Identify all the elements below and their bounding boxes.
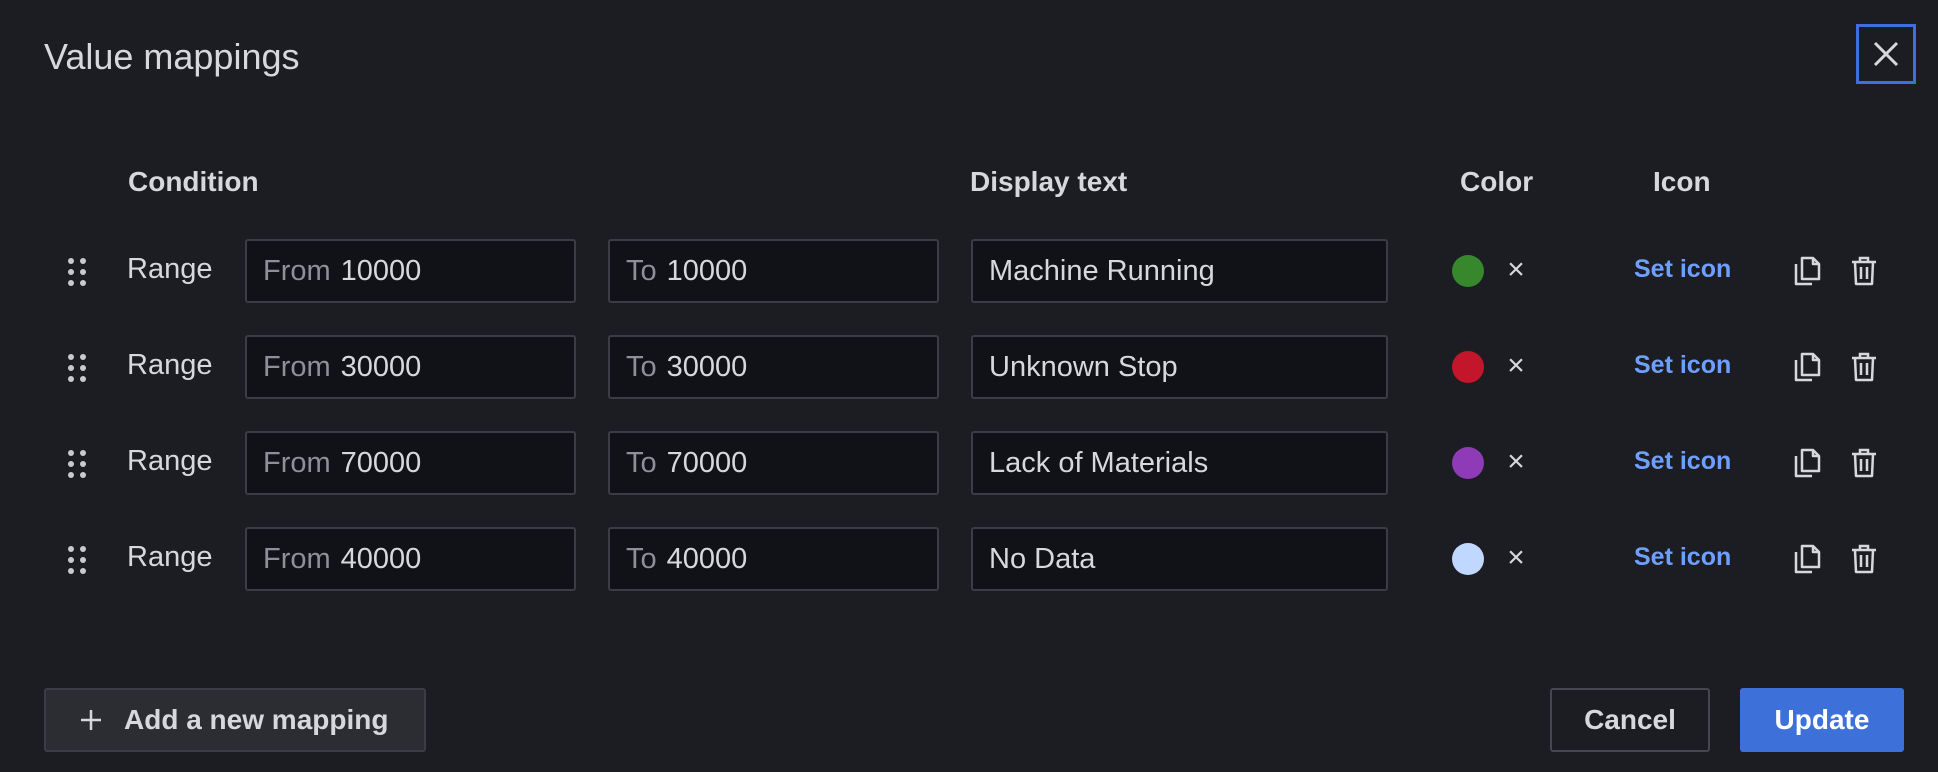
to-value: 70000	[666, 446, 748, 479]
to-prefix: To	[626, 446, 657, 479]
set-icon-button[interactable]: Set icon	[1634, 543, 1731, 572]
display-text-input[interactable]: Machine Running	[971, 239, 1388, 303]
copy-icon[interactable]	[1792, 447, 1822, 479]
mapping-row: Range From 30000 To 30000 Unknown Stop ×…	[0, 335, 1938, 399]
copy-icon[interactable]	[1792, 543, 1822, 575]
copy-icon[interactable]	[1792, 351, 1822, 383]
to-prefix: To	[626, 542, 657, 575]
set-icon-button[interactable]: Set icon	[1634, 351, 1731, 380]
range-from-input[interactable]: From 30000	[245, 335, 576, 399]
from-value: 10000	[340, 254, 422, 287]
color-swatch[interactable]	[1452, 351, 1484, 383]
update-button[interactable]: Update	[1740, 688, 1904, 752]
from-value: 70000	[340, 446, 422, 479]
to-prefix: To	[626, 350, 657, 383]
display-text-input[interactable]: No Data	[971, 527, 1388, 591]
mapping-row: Range From 10000 To 10000 Machine Runnin…	[0, 239, 1938, 303]
set-icon-button[interactable]: Set icon	[1634, 255, 1731, 284]
drag-handle-icon[interactable]	[66, 449, 88, 479]
clear-color-button[interactable]: ×	[1504, 445, 1528, 479]
header-condition: Condition	[128, 166, 259, 197]
header-color: Color	[1460, 166, 1534, 197]
condition-type: Range	[127, 541, 213, 573]
header-display-text: Display text	[970, 166, 1128, 197]
display-text-value: Lack of Materials	[989, 446, 1209, 479]
from-prefix: From	[263, 350, 331, 383]
to-value: 40000	[666, 542, 748, 575]
value-mappings-dialog: Value mappings Condition Display text Co…	[0, 0, 1938, 772]
drag-handle-icon[interactable]	[66, 353, 88, 383]
range-to-input[interactable]: To 30000	[608, 335, 939, 399]
range-from-input[interactable]: From 10000	[245, 239, 576, 303]
drag-handle-icon[interactable]	[66, 545, 88, 575]
mapping-row: Range From 70000 To 70000 Lack of Materi…	[0, 431, 1938, 495]
mapping-row: Range From 40000 To 40000 No Data × Set …	[0, 527, 1938, 591]
copy-icon[interactable]	[1792, 255, 1822, 287]
display-text-input[interactable]: Unknown Stop	[971, 335, 1388, 399]
from-prefix: From	[263, 446, 331, 479]
display-text-value: No Data	[989, 542, 1096, 575]
range-to-input[interactable]: To 40000	[608, 527, 939, 591]
range-to-input[interactable]: To 70000	[608, 431, 939, 495]
to-value: 30000	[666, 350, 748, 383]
condition-type: Range	[127, 349, 213, 381]
close-button[interactable]	[1856, 24, 1916, 84]
display-text-value: Machine Running	[989, 254, 1215, 287]
from-value: 40000	[340, 542, 422, 575]
range-to-input[interactable]: To 10000	[608, 239, 939, 303]
color-swatch[interactable]	[1452, 447, 1484, 479]
plus-icon	[81, 710, 101, 730]
to-value: 10000	[666, 254, 748, 287]
drag-handle-icon[interactable]	[66, 257, 88, 287]
dialog-title: Value mappings	[44, 36, 300, 77]
cancel-button[interactable]: Cancel	[1550, 688, 1710, 752]
range-from-input[interactable]: From 70000	[245, 431, 576, 495]
display-text-input[interactable]: Lack of Materials	[971, 431, 1388, 495]
condition-type: Range	[127, 253, 213, 285]
trash-icon[interactable]	[1850, 351, 1878, 383]
close-icon	[1873, 41, 1899, 67]
from-prefix: From	[263, 254, 331, 287]
set-icon-button[interactable]: Set icon	[1634, 447, 1731, 476]
color-swatch[interactable]	[1452, 255, 1484, 287]
from-value: 30000	[340, 350, 422, 383]
clear-color-button[interactable]: ×	[1504, 541, 1528, 575]
trash-icon[interactable]	[1850, 447, 1878, 479]
color-swatch[interactable]	[1452, 543, 1484, 575]
condition-type: Range	[127, 445, 213, 477]
clear-color-button[interactable]: ×	[1504, 349, 1528, 383]
trash-icon[interactable]	[1850, 255, 1878, 287]
to-prefix: To	[626, 254, 657, 287]
from-prefix: From	[263, 542, 331, 575]
add-mapping-button[interactable]: Add a new mapping	[44, 688, 426, 752]
clear-color-button[interactable]: ×	[1504, 253, 1528, 287]
range-from-input[interactable]: From 40000	[245, 527, 576, 591]
display-text-value: Unknown Stop	[989, 350, 1178, 383]
add-mapping-label: Add a new mapping	[124, 704, 389, 735]
header-icon: Icon	[1653, 166, 1711, 197]
trash-icon[interactable]	[1850, 543, 1878, 575]
